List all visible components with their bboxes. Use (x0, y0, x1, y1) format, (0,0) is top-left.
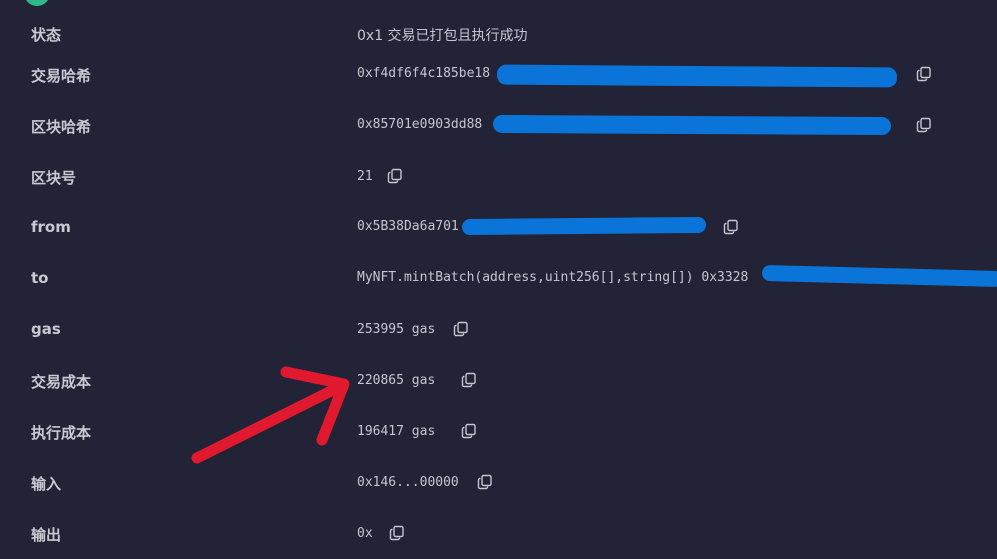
row-transaction-cost: 交易成本 220865 gas (0, 366, 997, 396)
row-gas: gas 253995 gas (0, 315, 997, 345)
status-value: 0x1 交易已打包且执行成功 (357, 28, 528, 44)
block-number-copy-icon[interactable] (387, 168, 403, 184)
row-execution-cost: 执行成本 196417 gas (0, 417, 997, 447)
transaction-cost-label: 交易成本 (31, 373, 92, 391)
transaction-details-panel: 状态 0x1 交易已打包且执行成功 交易哈希 0xf4df6f4c185be18… (0, 0, 997, 559)
input-value[interactable]: 0x146...00000 (357, 475, 459, 490)
tx-hash-label: 交易哈希 (31, 67, 92, 85)
row-status: 状态 0x1 交易已打包且执行成功 (0, 19, 997, 49)
block-hash-value[interactable]: 0x85701e0903dd88 (357, 117, 482, 132)
output-value[interactable]: 0x (357, 526, 373, 541)
row-output: 输出 0x (0, 519, 997, 549)
gas-label: gas (31, 320, 61, 338)
row-block-number: 区块号 21 (0, 162, 997, 192)
input-copy-icon[interactable] (477, 474, 493, 490)
status-indicator-icon (24, 0, 50, 6)
from-label: from (31, 218, 71, 236)
status-label: 状态 (31, 26, 62, 44)
from-value[interactable]: 0x5B38Da6a701 (357, 219, 459, 234)
gas-copy-icon[interactable] (453, 321, 469, 337)
input-label: 输入 (31, 475, 62, 493)
output-label: 输出 (31, 526, 62, 544)
to-label: to (31, 269, 49, 287)
gas-value-wrap: 253995 gas (357, 321, 469, 337)
transaction-cost-value-wrap: 220865 gas (357, 372, 477, 388)
execution-cost-value[interactable]: 196417 gas (357, 424, 435, 439)
transaction-cost-copy-icon[interactable] (461, 372, 477, 388)
execution-cost-label: 执行成本 (31, 424, 92, 442)
to-value-wrap: MyNFT.mintBatch(address,uint256[],string… (357, 270, 748, 285)
execution-cost-value-wrap: 196417 gas (357, 423, 477, 439)
tx-hash-copy-icon[interactable] (916, 66, 932, 82)
block-hash-copy-icon[interactable] (916, 117, 932, 133)
tx-hash-value[interactable]: 0xf4df6f4c185be18 (357, 66, 490, 81)
block-number-label: 区块号 (31, 169, 77, 187)
redaction-tx-hash (496, 64, 898, 88)
from-copy-icon[interactable] (723, 219, 739, 235)
input-value-wrap: 0x146...00000 (357, 474, 493, 490)
block-hash-label: 区块哈希 (31, 118, 92, 136)
output-copy-icon[interactable] (389, 525, 405, 541)
redaction-block-hash (492, 114, 892, 136)
execution-cost-copy-icon[interactable] (461, 423, 477, 439)
transaction-cost-value[interactable]: 220865 gas (357, 373, 435, 388)
block-number-value[interactable]: 21 (357, 169, 373, 184)
to-value[interactable]: MyNFT.mintBatch(address,uint256[],string… (357, 270, 748, 285)
output-value-wrap: 0x (357, 525, 405, 541)
gas-value[interactable]: 253995 gas (357, 322, 435, 337)
row-input: 输入 0x146...00000 (0, 468, 997, 498)
block-number-value-wrap: 21 (357, 168, 403, 184)
status-value-wrap: 0x1 交易已打包且执行成功 (357, 25, 528, 45)
redaction-from (461, 216, 707, 236)
